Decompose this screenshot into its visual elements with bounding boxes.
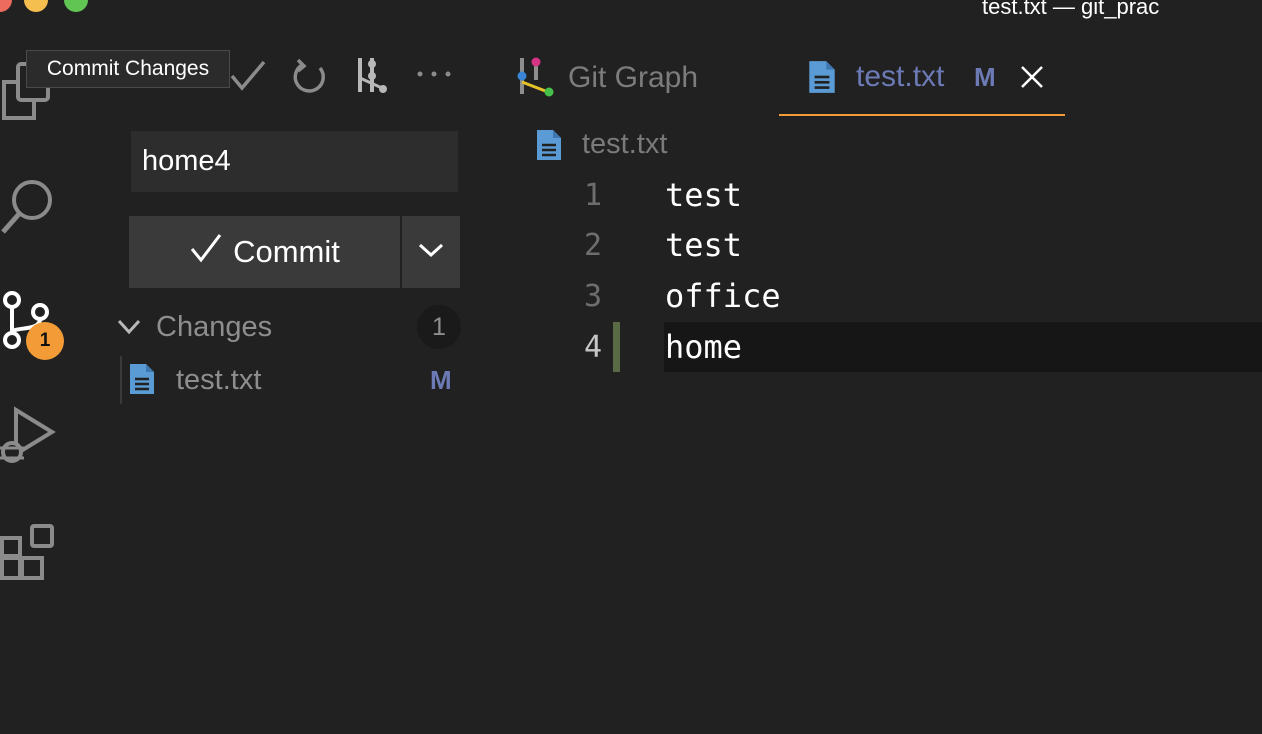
tab-label: Git Graph (568, 61, 699, 94)
check-icon (189, 232, 223, 272)
commit-options-dropdown[interactable] (402, 216, 460, 288)
vscode-window: test.txt — git_prac 1 Commit Changes hom… (0, 0, 1262, 734)
git-graph-icon (516, 56, 556, 103)
more-actions-icon[interactable] (416, 66, 452, 87)
tab-git-graph[interactable]: Git Graph (510, 40, 770, 116)
commit-button-label: Commit (233, 234, 340, 269)
check-icon[interactable] (228, 58, 268, 99)
chevron-down-icon (116, 318, 142, 341)
changes-count-badge: 1 (417, 305, 461, 349)
line-number: 3 (583, 279, 602, 314)
tab-label: test.txt (856, 60, 945, 93)
breadcrumb-file: test.txt (582, 128, 668, 160)
file-icon (807, 59, 837, 100)
list-item[interactable]: test.txt M (120, 356, 462, 404)
change-status: M (430, 365, 452, 395)
commit-changes-tooltip: Commit Changes (26, 50, 230, 88)
extensions-icon[interactable] (0, 522, 56, 589)
changes-section-header[interactable]: Changes 1 (112, 304, 462, 350)
code-editor[interactable]: 1 test 2 test 3 office 4 home (540, 170, 1262, 390)
refresh-icon[interactable] (290, 58, 328, 101)
maximize-window-button[interactable] (64, 0, 88, 12)
minimize-window-button[interactable] (24, 0, 48, 12)
line-number: 2 (583, 228, 602, 263)
current-line-highlight (664, 322, 1262, 372)
tab-test-txt[interactable]: test.txt M (779, 40, 1065, 116)
search-icon[interactable] (0, 176, 56, 241)
line-text: test (665, 176, 743, 214)
run-debug-icon[interactable] (0, 404, 56, 473)
editor-line[interactable]: 3 office (540, 271, 1262, 321)
line-text: test (665, 226, 743, 264)
file-icon (128, 362, 156, 401)
tab-status: M (974, 61, 996, 92)
commit-button[interactable]: Commit (129, 216, 400, 288)
file-icon (534, 128, 564, 167)
editor-line[interactable]: 2 test (540, 220, 1262, 270)
commit-message-input[interactable] (131, 131, 458, 192)
change-file-name: test.txt (176, 364, 262, 396)
chevron-down-icon (417, 242, 445, 263)
close-window-button[interactable] (0, 0, 12, 12)
close-icon[interactable] (1019, 64, 1045, 95)
editor-line-current[interactable]: 4 home (540, 322, 1262, 372)
source-control-badge: 1 (26, 322, 64, 360)
editor-line[interactable]: 1 test (540, 170, 1262, 220)
added-line-gutter-marker[interactable] (613, 322, 620, 372)
changes-title: Changes (156, 310, 273, 343)
git-graph-toolbar-icon[interactable] (354, 56, 390, 101)
line-text: office (665, 277, 781, 315)
line-text: home (665, 328, 743, 366)
line-number: 1 (583, 178, 602, 213)
line-number: 4 (583, 330, 602, 365)
window-title: test.txt — git_prac (982, 0, 1160, 19)
